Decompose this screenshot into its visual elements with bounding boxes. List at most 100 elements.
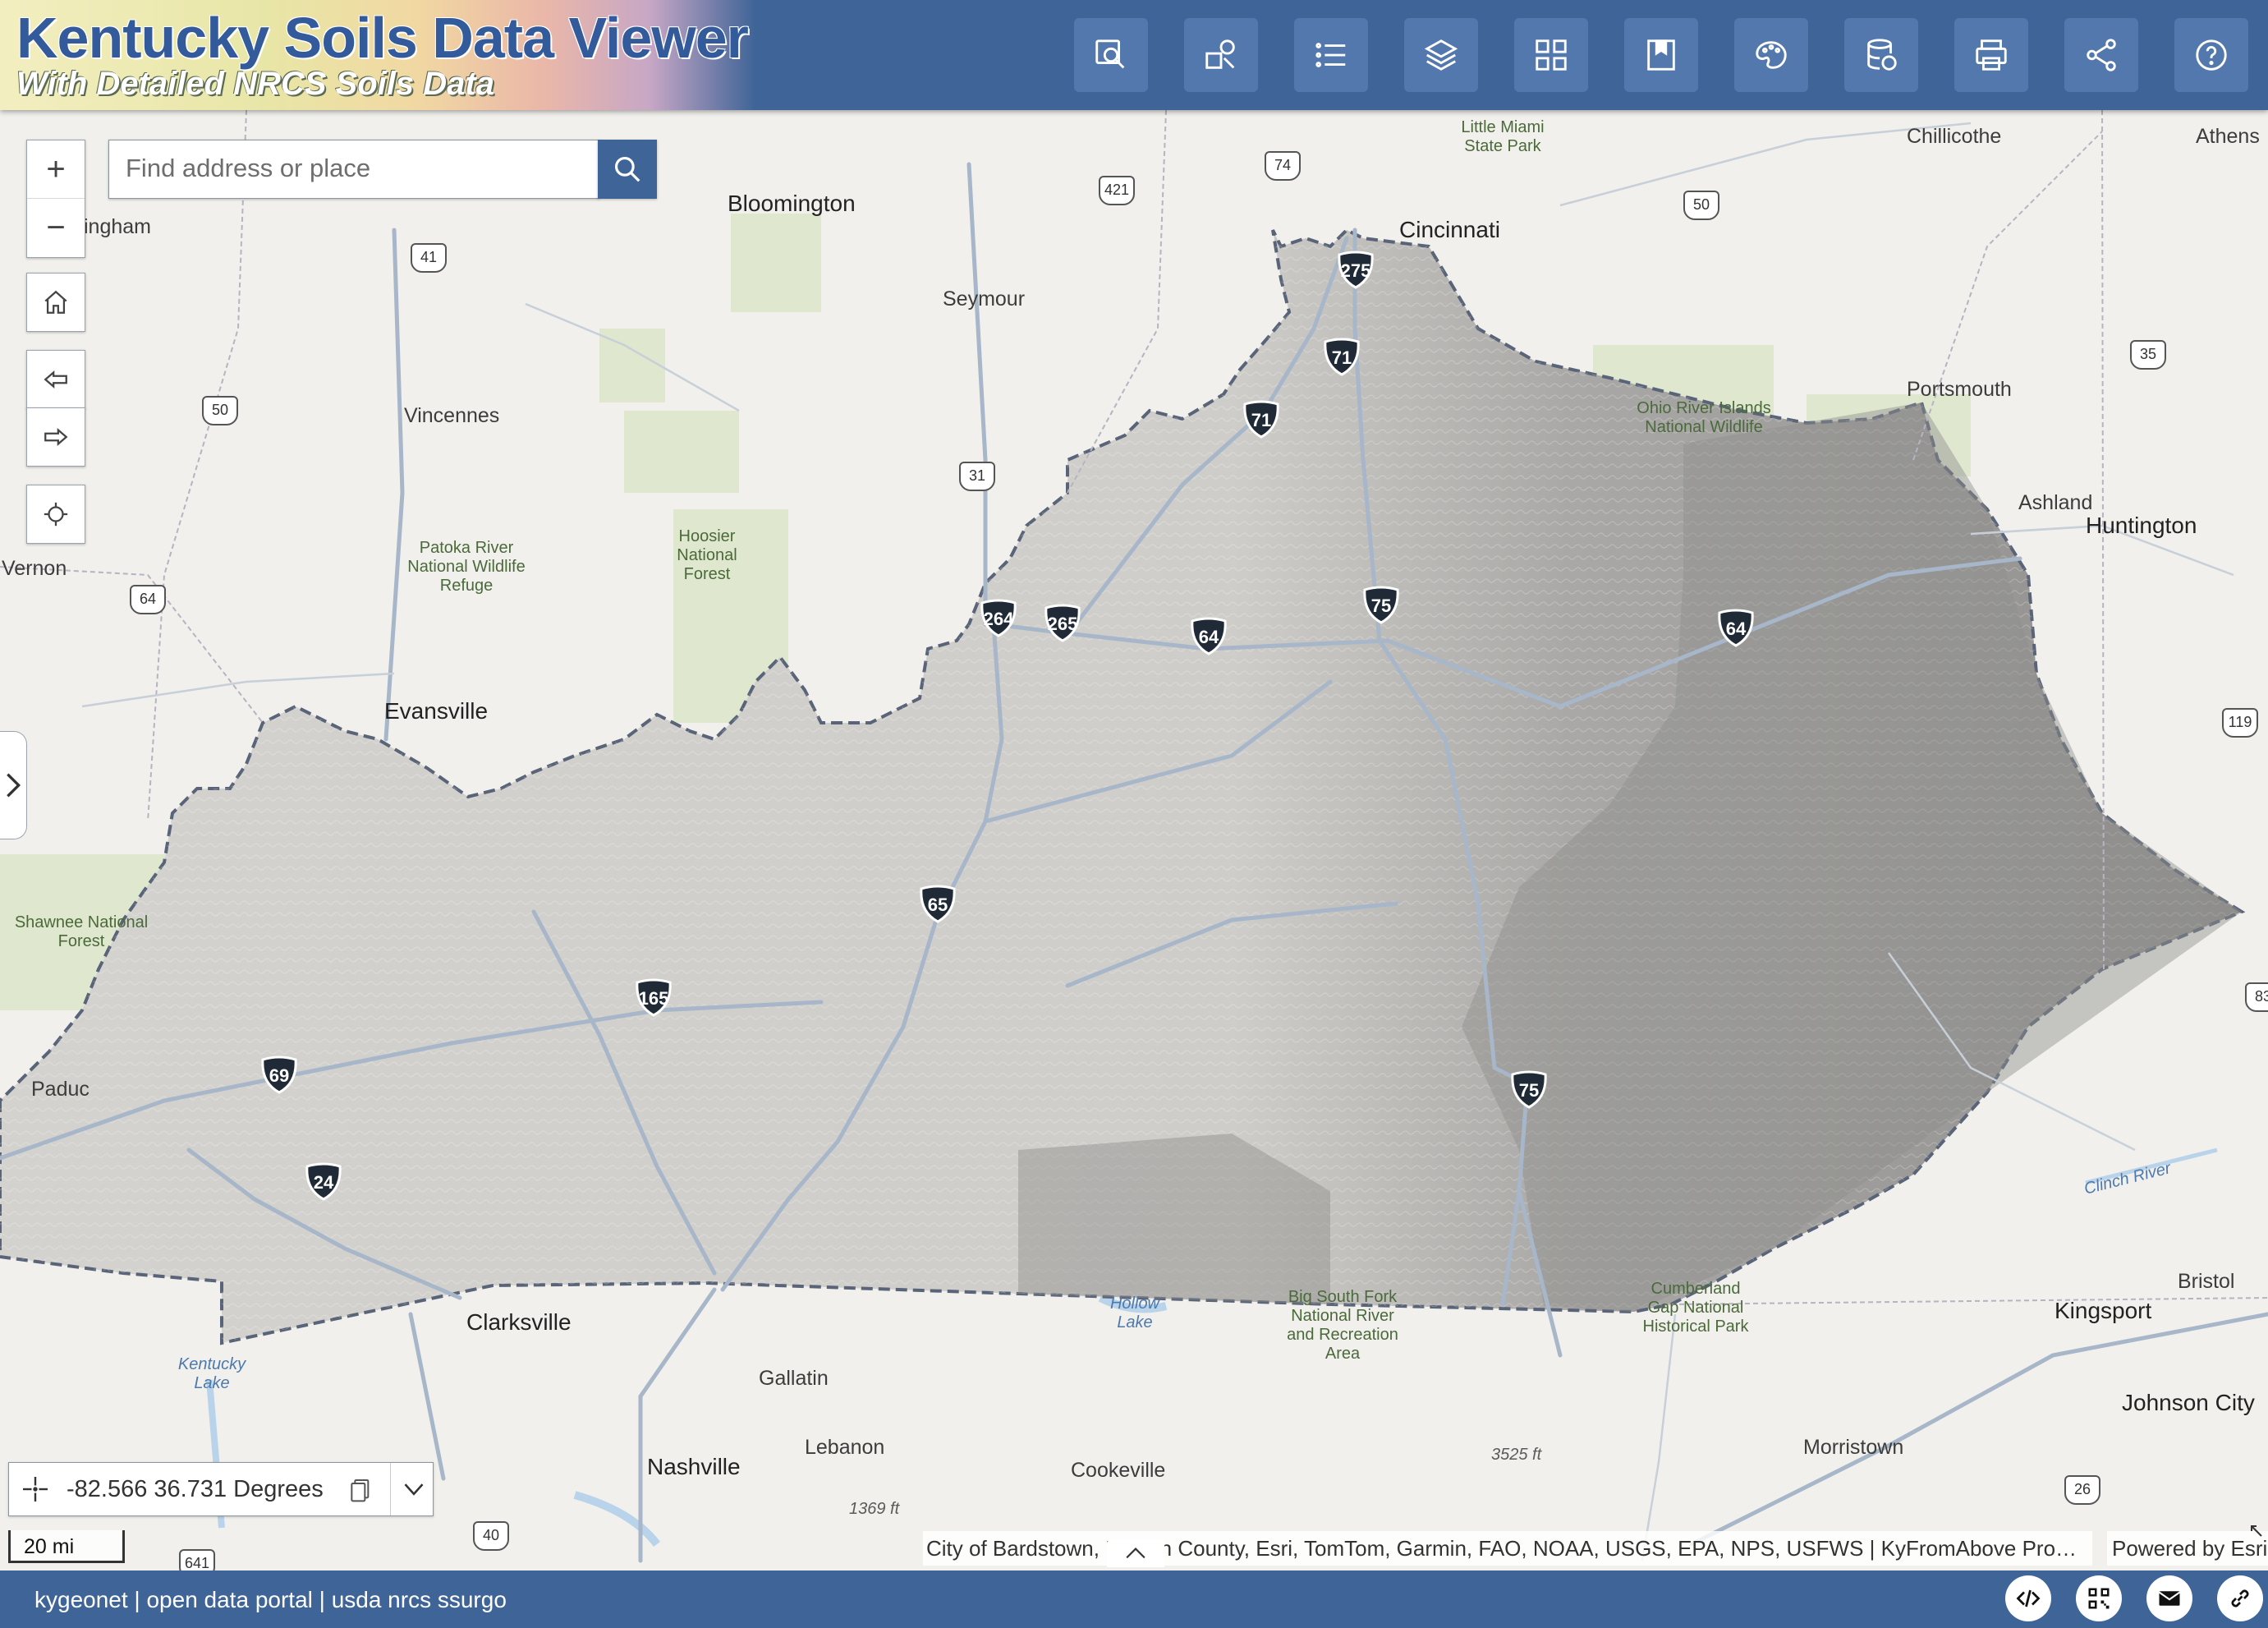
powered-by-esri[interactable]: Powered by Esri <box>2107 1531 2268 1566</box>
route-number: 35 <box>2139 346 2157 362</box>
draw-button[interactable] <box>1734 18 1808 92</box>
place-label: Cincinnati <box>1399 217 1500 242</box>
query-button[interactable] <box>1184 18 1258 92</box>
route-number: 119 <box>2228 714 2252 730</box>
coordinate-widget: -82.566 36.731 Degrees <box>8 1462 434 1516</box>
home-icon <box>44 290 67 314</box>
place-label: Evansville <box>384 698 489 724</box>
app-title: Kentucky Soils Data Viewer <box>16 6 749 70</box>
us-route-shield: 40 <box>473 1521 509 1551</box>
printer-icon <box>1976 39 2007 71</box>
place-label: Kingsport <box>2055 1298 2152 1323</box>
app-header: Kentucky Soils Data Viewer With Detailed… <box>0 0 2268 110</box>
previous-extent-button[interactable] <box>26 350 85 409</box>
legend-button[interactable] <box>1294 18 1368 92</box>
place-label: Gallatin <box>759 1367 829 1390</box>
share-button[interactable] <box>2064 18 2138 92</box>
help-button[interactable] <box>2174 18 2248 92</box>
place-label: Morristown <box>1803 1436 1904 1459</box>
print-button[interactable] <box>1954 18 2028 92</box>
basemaps-button[interactable] <box>1514 18 1588 92</box>
layers-button[interactable] <box>1404 18 1478 92</box>
identify-button[interactable] <box>1074 18 1148 92</box>
search-input[interactable] <box>109 140 577 196</box>
place-label: Vernon <box>2 557 67 580</box>
locate-button[interactable] <box>26 485 85 544</box>
elevation-label: 1369 ft <box>849 1500 900 1518</box>
list-icon <box>1315 43 1346 67</box>
qr-code-button[interactable] <box>2076 1575 2122 1621</box>
shapes-select-icon <box>1205 39 1235 69</box>
route-number: 40 <box>482 1527 500 1543</box>
home-button[interactable] <box>26 273 85 332</box>
copy-link-button[interactable] <box>2217 1575 2263 1621</box>
divider <box>390 1463 391 1515</box>
water-label: Hollow Lake <box>1109 1295 1160 1331</box>
place-label: Lebanon <box>805 1436 885 1459</box>
interstate-shield: 64 <box>1189 616 1228 655</box>
footer-links[interactable]: kygeonet | open data portal | usda nrcs … <box>34 1587 507 1613</box>
search-button[interactable] <box>598 140 657 199</box>
park-label: Patoka River National Wildlife Refuge <box>407 539 526 595</box>
place-label: Paduc <box>31 1078 90 1101</box>
interstate-number: 69 <box>269 1065 290 1086</box>
zoom-control: + − <box>26 140 85 258</box>
magnify-map-icon <box>1095 39 1125 69</box>
search-box <box>108 140 599 199</box>
zoom-in-button[interactable]: + <box>27 140 85 198</box>
place-label: Portsmouth <box>1907 378 2012 401</box>
interstate-number: 265 <box>1047 614 1078 634</box>
place-label: Athens <box>2196 125 2260 148</box>
crosshair-icon[interactable] <box>21 1474 50 1504</box>
route-number: 26 <box>2073 1481 2091 1497</box>
resize-icon[interactable] <box>2248 1523 2265 1539</box>
next-extent-button[interactable] <box>26 407 85 467</box>
embed-button[interactable] <box>2005 1575 2051 1621</box>
chevron-down-icon[interactable] <box>402 1478 426 1501</box>
park-label: Big South Fork National River and Recrea… <box>1287 1288 1398 1363</box>
us-route-shield: 41 <box>411 243 447 273</box>
place-label: Seymour <box>943 287 1026 310</box>
layers-icon <box>1424 39 1458 71</box>
us-route-shield: 74 <box>1265 151 1301 181</box>
interstate-shield: 75 <box>1361 585 1401 624</box>
park-label: Ohio River Islands National Wildlife <box>1637 399 1771 436</box>
map-view[interactable]: Bloomington Seymour Cincinnati Little Mi… <box>0 110 2268 1571</box>
interstate-shield: 265 <box>1043 603 1082 642</box>
place-label: Bristol <box>2178 1270 2235 1293</box>
interstate-shield: 24 <box>304 1161 343 1201</box>
route-number: 641 <box>184 1555 210 1571</box>
route-number: 41 <box>420 249 438 265</box>
elevation-label: 3525 ft <box>1491 1446 1542 1464</box>
interstate-shield: 64 <box>1716 608 1756 647</box>
interstate-number: 65 <box>927 894 948 915</box>
us-route-shield: 421 <box>1099 176 1135 205</box>
search-icon <box>614 156 640 182</box>
side-panel-expander[interactable] <box>0 731 27 839</box>
email-button[interactable] <box>2146 1575 2192 1621</box>
toolbar <box>1074 18 2248 92</box>
copy-icon[interactable] <box>347 1476 374 1504</box>
grid-icon <box>1536 39 1567 71</box>
coordinate-readout: -82.566 36.731 Degrees <box>67 1476 324 1502</box>
route-number: 64 <box>139 591 157 607</box>
interstate-number: 24 <box>313 1172 334 1193</box>
data-button[interactable] <box>1844 18 1918 92</box>
qr-code-icon <box>2088 1588 2110 1609</box>
interstate-number: 64 <box>1725 619 1747 639</box>
attribution-text: City of Bardstown, Nelson County, Esri, … <box>923 1531 2092 1566</box>
zoom-out-button[interactable]: − <box>27 198 85 256</box>
interstate-shield: 71 <box>1242 399 1281 439</box>
park-label: Shawnee National Forest <box>14 913 149 950</box>
place-label: Ashland <box>2018 491 2093 514</box>
attribution-toggle[interactable] <box>1107 1539 1164 1567</box>
us-route-shield: 31 <box>959 462 995 491</box>
basemap <box>0 110 2268 1571</box>
us-route-shield: 119 <box>2222 708 2258 738</box>
interstate-number: 71 <box>1251 410 1272 430</box>
place-label: Chillicothe <box>1907 125 2002 148</box>
email-icon <box>2158 1591 2181 1606</box>
bookmarks-button[interactable] <box>1624 18 1698 92</box>
place-label: ingham <box>84 215 151 238</box>
water-label: Kentucky Lake <box>177 1355 246 1392</box>
